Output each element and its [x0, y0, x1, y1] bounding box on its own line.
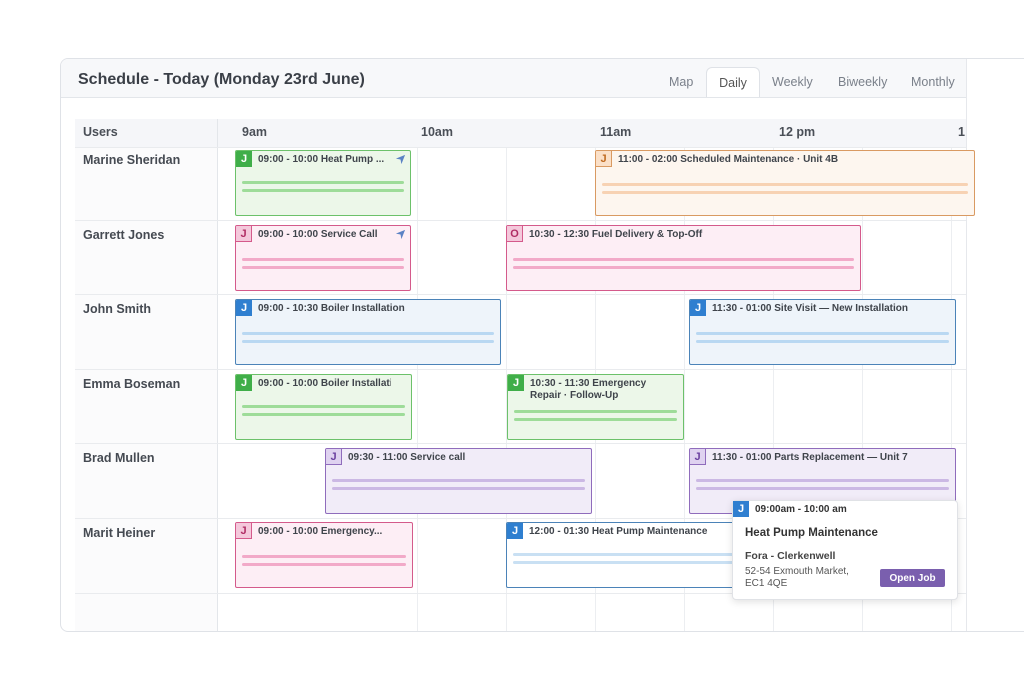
job-placeholder-bar [242, 340, 494, 343]
job-title: 11:00 - 02:00 Scheduled Maintenance · Un… [618, 154, 839, 165]
job-badge: J [236, 523, 252, 539]
job-badge: J [236, 375, 252, 391]
job-badge: J [690, 449, 706, 465]
job-card[interactable]: J 11:00 - 02:00 Scheduled Maintenance · … [595, 150, 975, 216]
job-placeholder-bar [696, 332, 949, 335]
right-panel-edge [966, 59, 1024, 631]
job-title: 09:00 - 10:00 Emergency... [258, 526, 383, 537]
user-name-marit-heiner[interactable]: Marit Heiner [83, 526, 155, 540]
popup-client-name: Fora - Clerkenwell [745, 550, 836, 562]
job-card[interactable]: J 12:00 - 01:30 Heat Pump Maintenance [506, 522, 751, 588]
row-divider [75, 369, 966, 370]
users-column-header: Users [83, 125, 118, 139]
job-placeholder-bar [602, 183, 968, 186]
job-placeholder-bar [242, 189, 404, 192]
user-name-brad-mullen[interactable]: Brad Mullen [83, 451, 155, 465]
job-card[interactable]: J 09:00 - 10:00 Boiler Installation [235, 374, 412, 440]
job-badge: J [236, 226, 252, 242]
job-title: 10:30 - 12:30 Fuel Delivery & Top-Off [529, 229, 703, 240]
job-placeholder-bar [242, 405, 405, 408]
job-card[interactable]: J 09:00 - 10:00 Service Call [235, 225, 411, 291]
job-placeholder-bar [242, 563, 406, 566]
job-placeholder-bar [696, 479, 949, 482]
popup-job-title: Heat Pump Maintenance [745, 527, 878, 539]
tab-daily[interactable]: Daily [706, 67, 760, 97]
job-card[interactable]: J 10:30 - 11:30 Emergency Repair · Follo… [507, 374, 684, 440]
job-title: 11:30 - 01:00 Parts Replacement — Unit 7 [712, 452, 908, 463]
row-divider [75, 147, 966, 148]
job-title: 10:30 - 11:30 Emergency Repair · Follow-… [530, 378, 647, 401]
job-placeholder-bar [696, 487, 949, 490]
job-badge: J [236, 300, 252, 316]
job-title: 09:00 - 10:30 Boiler Installation [258, 303, 405, 314]
row-divider [75, 220, 966, 221]
job-badge: J [596, 151, 612, 167]
navigation-arrow-icon[interactable] [395, 154, 406, 165]
tab-monthly[interactable]: Monthly [899, 67, 967, 97]
tab-weekly[interactable]: Weekly [760, 67, 825, 97]
row-divider [75, 294, 966, 295]
job-detail-popup: J 09:00am - 10:00 am Heat Pump Maintenan… [732, 500, 958, 600]
job-placeholder-bar [242, 413, 405, 416]
open-job-button[interactable]: Open Job [880, 569, 945, 587]
job-card[interactable]: J 09:00 - 10:00 Emergency... [235, 522, 413, 588]
job-badge: J [236, 151, 252, 167]
job-title: 12:00 - 01:30 Heat Pump Maintenance [529, 526, 708, 537]
job-card[interactable]: O 10:30 - 12:30 Fuel Delivery & Top-Off [506, 225, 861, 291]
time-label-12pm: 12 pm [779, 125, 816, 139]
job-placeholder-bar [242, 555, 406, 558]
job-placeholder-bar [696, 340, 949, 343]
time-header-row: Users 9am 10am 11am 12 pm 1 [75, 119, 966, 147]
page-title: Schedule - Today (Monday 23rd June) [78, 71, 365, 88]
job-card[interactable]: J 09:00 - 10:00 Heat Pump ... [235, 150, 411, 216]
users-divider [217, 119, 218, 631]
job-title: 09:00 - 10:00 Service Call [258, 229, 378, 240]
job-badge: J [733, 501, 749, 517]
job-card[interactable]: J 11:30 - 01:00 Site Visit — New Install… [689, 299, 956, 365]
job-placeholder-bar [514, 418, 677, 421]
job-badge: J [508, 375, 524, 391]
user-name-emma-boseman[interactable]: Emma Boseman [83, 377, 180, 391]
schedule-header: Schedule - Today (Monday 23rd June) Map … [61, 59, 966, 98]
job-placeholder-bar [513, 553, 744, 556]
job-badge: J [690, 300, 706, 316]
user-name-marine-sheridan[interactable]: Marine Sheridan [83, 153, 180, 167]
tab-biweekly[interactable]: Biweekly [826, 67, 899, 97]
job-placeholder-bar [332, 479, 585, 482]
job-placeholder-bar [513, 561, 744, 564]
job-placeholder-bar [602, 191, 968, 194]
job-card[interactable]: J 09:30 - 11:00 Service call [325, 448, 592, 514]
row-divider [75, 443, 966, 444]
job-card[interactable]: J 09:00 - 10:30 Boiler Installation [235, 299, 501, 365]
job-placeholder-bar [332, 487, 585, 490]
user-name-garrett-jones[interactable]: Garrett Jones [83, 228, 164, 242]
job-placeholder-bar [514, 410, 677, 413]
time-label-10am: 10am [421, 125, 453, 139]
job-title: 09:00 - 10:00 Boiler Installation [258, 378, 391, 389]
time-label-1pm: 1 [958, 125, 965, 139]
tab-map[interactable]: Map [657, 67, 705, 97]
job-placeholder-bar [513, 266, 854, 269]
user-name-john-smith[interactable]: John Smith [83, 302, 151, 316]
job-placeholder-bar [242, 266, 404, 269]
job-badge: O [507, 226, 523, 242]
job-placeholder-bar [513, 258, 854, 261]
popup-time: 09:00am - 10:00 am [755, 504, 847, 515]
popup-address: 52-54 Exmouth Market, EC1 4QE [745, 566, 849, 589]
time-label-11am: 11am [600, 125, 632, 139]
job-title: 09:00 - 10:00 Heat Pump ... [258, 154, 385, 165]
navigation-arrow-icon[interactable] [395, 229, 406, 240]
job-placeholder-bar [242, 332, 494, 335]
job-title: 09:30 - 11:00 Service call [348, 452, 466, 463]
time-label-9am: 9am [242, 125, 268, 139]
job-badge: J [326, 449, 342, 465]
job-placeholder-bar [242, 258, 404, 261]
job-placeholder-bar [242, 181, 404, 184]
job-title: 11:30 - 01:00 Site Visit — New Installat… [712, 303, 909, 314]
job-badge: J [507, 523, 523, 539]
